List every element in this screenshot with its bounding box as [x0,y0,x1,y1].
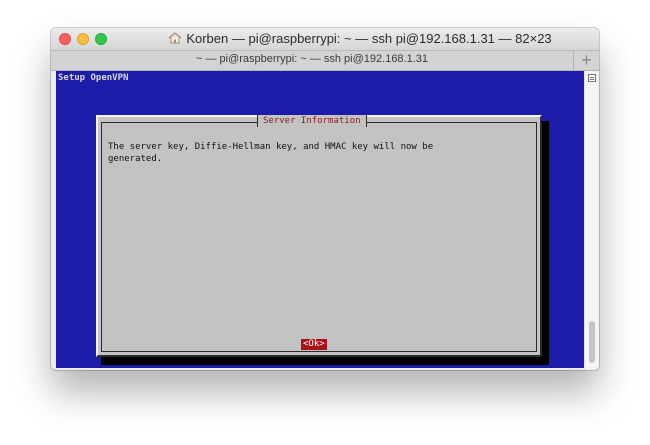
minimize-window-button[interactable] [77,33,89,45]
tab-bar: ~ — pi@raspberrypi: ~ — ssh pi@192.168.1… [51,50,599,71]
backtitle: Setup OpenVPN [58,73,129,83]
scrollbar-thumb[interactable] [589,321,595,363]
ok-button[interactable]: <Ok> [301,339,327,350]
terminal-screen[interactable]: Setup OpenVPN Server Information The ser… [56,71,584,368]
terminal-window: Korben — pi@raspberrypi: ~ — ssh pi@192.… [51,28,599,370]
new-tab-button[interactable]: + [573,51,599,70]
window-title-text: Korben — pi@raspberrypi: ~ — ssh pi@192.… [186,31,552,46]
dialog-title: Server Information [257,115,367,127]
close-window-button[interactable] [59,33,71,45]
dialog-message: The server key, Diffie-Hellman key, and … [108,142,434,164]
zoom-window-button[interactable] [95,33,107,45]
scrollbar-menu-icon[interactable] [588,74,596,82]
tab-ssh-session[interactable]: ~ — pi@raspberrypi: ~ — ssh pi@192.168.1… [51,53,573,65]
terminal-scrollbar[interactable] [584,71,599,370]
house-icon [168,32,182,44]
window-titlebar[interactable]: Korben — pi@raspberrypi: ~ — ssh pi@192.… [51,28,599,50]
server-information-dialog: Server Information The server key, Diffi… [96,115,542,357]
window-title: Korben — pi@raspberrypi: ~ — ssh pi@192.… [131,31,589,46]
